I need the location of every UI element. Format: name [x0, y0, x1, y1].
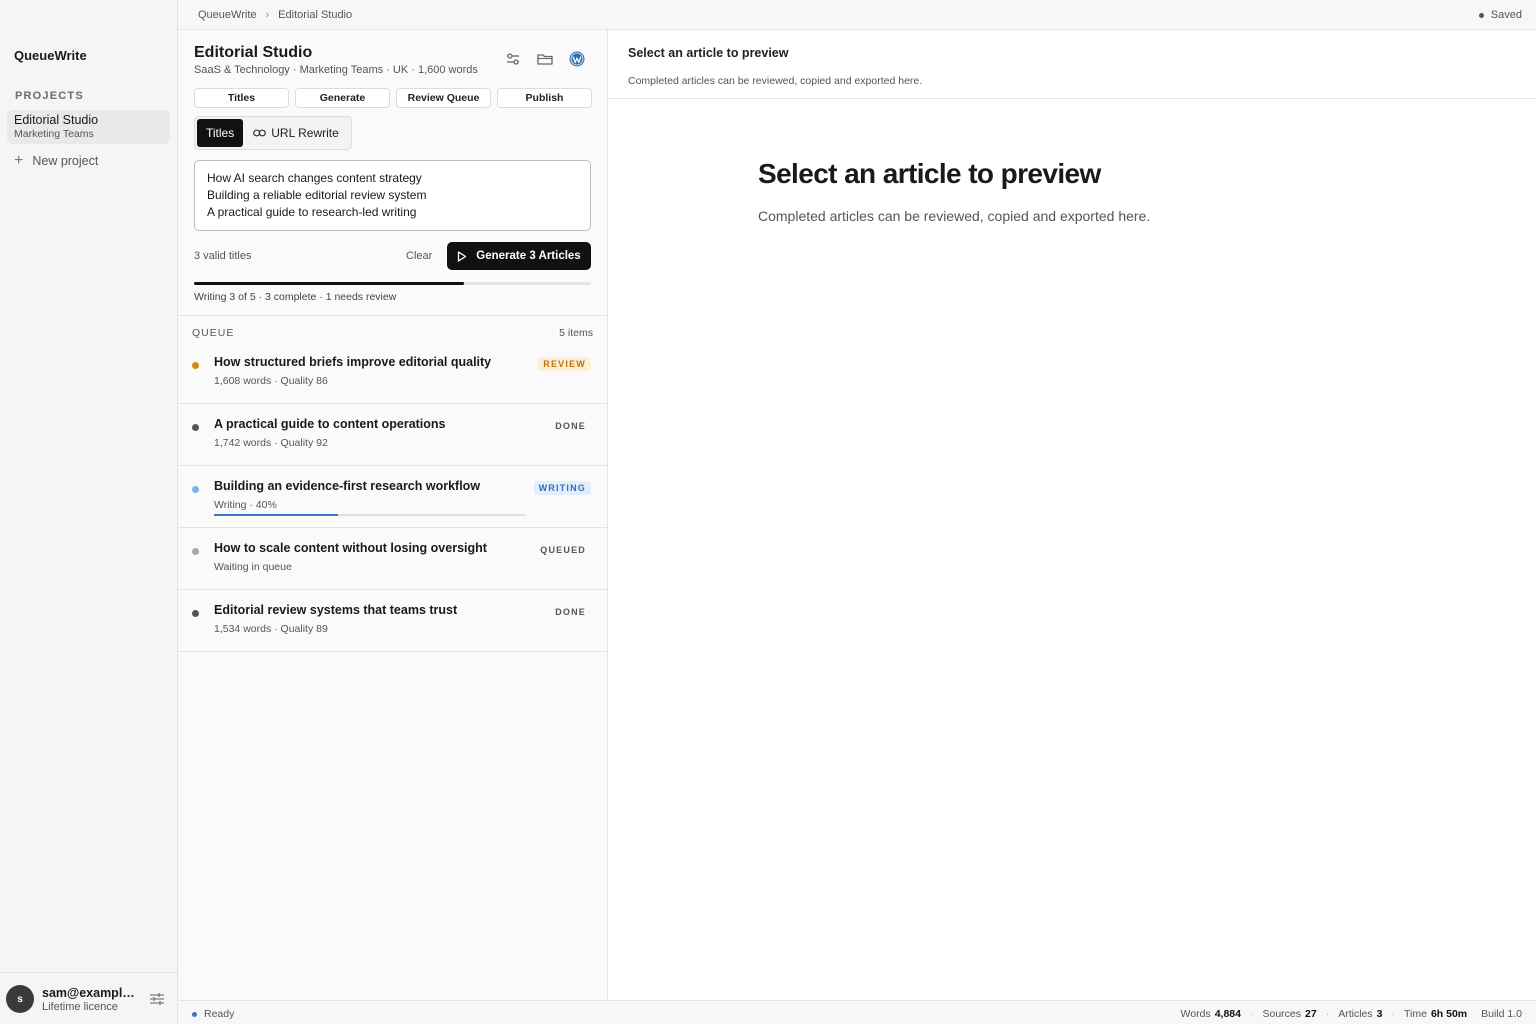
status-badge: DONE [555, 607, 586, 617]
stat-words: Words 4,884 [1180, 1008, 1241, 1020]
plus-icon: + [14, 152, 24, 169]
status-dot-icon [192, 424, 199, 431]
url-rewrite-label: URL Rewrite [271, 126, 339, 140]
build-version: Build 1.0 [1481, 1008, 1522, 1020]
valid-titles-count: 3 valid titles [194, 250, 252, 262]
queue-item[interactable]: A practical guide to content operations 1… [178, 404, 607, 466]
status-badge: REVIEW [538, 357, 591, 371]
save-status: Saved [1478, 9, 1522, 21]
brand-name: QueueWrite [14, 48, 87, 63]
preview-empty-title: Select an article to preview [758, 158, 1101, 189]
input-mode-toggle: Titles URL Rewrite [194, 116, 352, 150]
status-dot-icon [192, 486, 199, 493]
generate-articles-button[interactable]: Generate 3 Articles [447, 242, 591, 270]
queue-item-title: How structured briefs improve editorial … [214, 355, 492, 369]
preview-panel: Select an article to preview Completed a… [608, 30, 1536, 1000]
status-dot-icon [192, 1011, 197, 1017]
titles-input[interactable] [194, 160, 591, 231]
queue-item-meta: 1,742 words · Quality 92 [214, 437, 328, 449]
sidebar-project-editorial-studio[interactable]: Editorial Studio Marketing Teams [7, 110, 170, 144]
stat-articles: Articles 3 [1338, 1008, 1383, 1020]
sliders-icon[interactable] [149, 992, 165, 1006]
queue-item-title: A practical guide to content operations [214, 417, 446, 431]
item-progress-fill [214, 514, 339, 516]
status-dot-icon [192, 548, 199, 555]
queue-item[interactable]: How structured briefs improve editorial … [178, 342, 607, 404]
folder-icon[interactable] [536, 50, 554, 68]
batch-progress-bar [194, 282, 591, 285]
tab-review-queue[interactable]: Review Queue [396, 88, 491, 108]
queue-item[interactable]: Building an evidence-first research work… [178, 466, 607, 528]
queue-item-meta: Writing · 40% [214, 499, 277, 511]
mode-url-rewrite[interactable]: URL Rewrite [243, 119, 349, 147]
status-bar: Ready Words 4,884 · Sources 27 · Articles 3… [178, 1000, 1536, 1024]
preview-header-title: Select an article to preview [628, 46, 789, 60]
stat-sources: Sources 27 [1262, 1008, 1317, 1020]
queue-item-title: How to scale content without losing over… [214, 541, 487, 555]
preview-header: Select an article to preview Completed a… [608, 30, 1536, 99]
saved-label: Saved [1490, 9, 1522, 21]
tab-generate[interactable]: Generate [295, 88, 390, 108]
mode-titles[interactable]: Titles [197, 119, 244, 147]
breadcrumb-separator: › [265, 9, 270, 21]
status-badge: QUEUED [540, 545, 586, 555]
sidebar: QueueWrite PROJECTS Editorial Studio Mar… [0, 0, 178, 1024]
workflow-tabs: Titles Generate Review Queue Publish [194, 88, 592, 108]
queue-item-meta: 1,608 words · Quality 86 [214, 375, 328, 387]
breadcrumb-app[interactable]: QueueWrite [198, 9, 257, 21]
status-badge: DONE [555, 421, 586, 431]
project-name: Editorial Studio [14, 113, 99, 127]
status-dot-icon [192, 610, 199, 617]
clear-button[interactable]: Clear [406, 250, 432, 262]
preview-empty-description: Completed articles can be reviewed, copi… [758, 208, 1151, 224]
queue-header: QUEUE 5 items [178, 315, 607, 339]
preview-header-subtitle: Completed articles can be reviewed, copi… [628, 75, 923, 87]
stat-time: Time 6h 50m [1403, 1008, 1468, 1020]
play-icon [458, 250, 467, 262]
status-dot-icon [192, 362, 199, 369]
batch-progress-text: Writing 3 of 5 · 3 complete · 1 needs re… [194, 291, 397, 303]
queue-label: QUEUE [192, 327, 235, 339]
saved-dot-icon [1478, 12, 1484, 18]
queue-item-meta: 1,534 words · Quality 89 [214, 623, 328, 635]
editor-panel: Editorial Studio SaaS & Technology · Mar… [178, 30, 608, 1000]
tab-titles[interactable]: Titles [194, 88, 289, 108]
app-status: Ready [192, 1008, 234, 1020]
tab-publish[interactable]: Publish [497, 88, 592, 108]
item-progress-bar [214, 514, 525, 516]
projects-section-label: PROJECTS [15, 90, 84, 102]
stats: Words 4,884 · Sources 27 · Articles 3 · Tim… [1180, 1008, 1522, 1020]
generate-label: Generate 3 Articles [476, 250, 581, 262]
breadcrumb: QueueWrite › Editorial Studio [198, 9, 352, 21]
user-account[interactable]: s sam@example.com Lifetime licence [0, 972, 178, 1024]
queue-list: How structured briefs improve editorial … [178, 342, 607, 652]
settings-sliders-icon[interactable] [504, 50, 522, 68]
avatar: s [6, 985, 34, 1013]
queue-item-meta: Waiting in queue [214, 561, 292, 573]
status-text: Ready [204, 1008, 235, 1020]
user-plan: Lifetime licence [42, 1001, 118, 1013]
new-project-label: New project [32, 154, 99, 168]
wordpress-icon[interactable] [568, 50, 586, 68]
status-badge: WRITING [533, 481, 591, 495]
queue-item-title: Editorial review systems that teams trus… [214, 603, 458, 617]
queue-count: 5 items [559, 327, 593, 339]
breadcrumb-project[interactable]: Editorial Studio [278, 9, 352, 21]
project-subtitle: Marketing Teams [14, 128, 94, 140]
queue-item[interactable]: How to scale content without losing over… [178, 528, 607, 590]
project-title: Editorial Studio [194, 44, 313, 61]
queue-item[interactable]: Editorial review systems that teams trus… [178, 590, 607, 652]
user-email: sam@example.com [42, 986, 136, 1000]
link-icon [253, 129, 267, 137]
top-bar: QueueWrite › Editorial Studio Saved [178, 0, 1536, 30]
batch-progress-fill [194, 282, 464, 285]
project-details: SaaS & Technology · Marketing Teams · UK… [194, 64, 478, 76]
new-project-button[interactable]: + New project [14, 152, 99, 169]
queue-item-title: Building an evidence-first research work… [214, 479, 481, 493]
